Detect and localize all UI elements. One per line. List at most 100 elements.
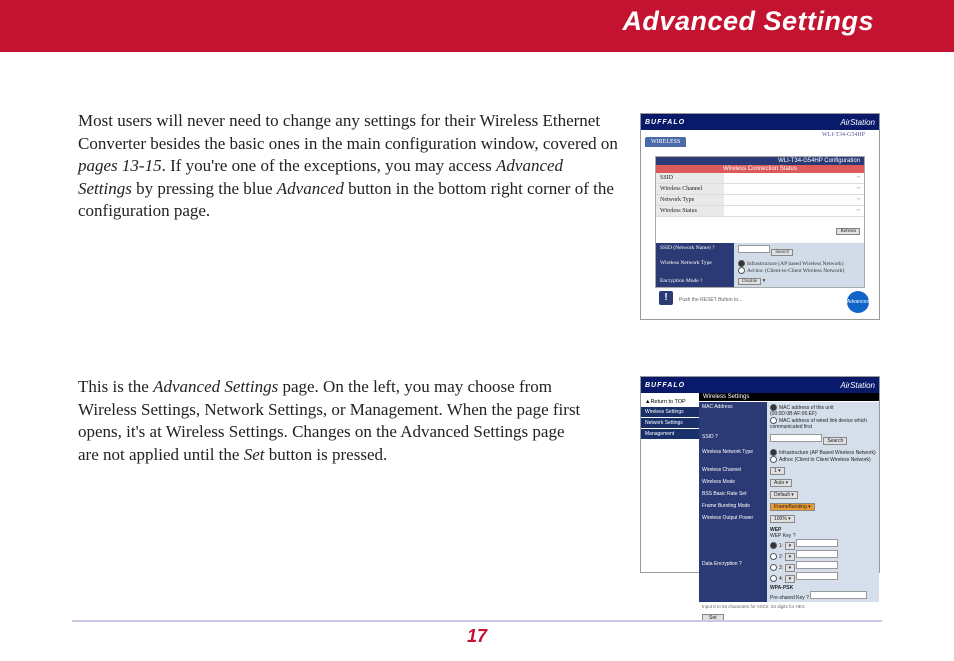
- thumb1-titlebar: BUFFALO AirStation: [641, 114, 879, 130]
- k3-type[interactable]: ▾: [785, 564, 796, 572]
- refresh-button[interactable]: Refresh: [836, 228, 860, 235]
- thumb2-body: ▲Return to TOP Wireless Settings Network…: [641, 393, 879, 622]
- nettype-value: ~: [724, 195, 864, 205]
- row-fb: Frame Bursting ModeFrameBursting ▾: [699, 501, 879, 513]
- fb-label: Frame Bursting Mode: [699, 501, 767, 513]
- psk-input[interactable]: [810, 591, 867, 599]
- k4-type[interactable]: ▾: [785, 575, 796, 583]
- radio-k2-icon[interactable]: [770, 553, 777, 560]
- wc-value: 1 ▾: [767, 465, 879, 477]
- p1-text-a: Most users will never need to change any…: [78, 111, 618, 153]
- radio-nt2-icon[interactable]: [770, 456, 777, 463]
- row-cfg-ssid: SSID (Network Name) ? Search: [656, 243, 864, 258]
- k4-input[interactable]: [796, 572, 838, 580]
- config-screenshot: BUFFALO AirStation WIRELESS WLI-T34-G54H…: [640, 113, 880, 320]
- section-title: Wireless Settings: [699, 393, 879, 401]
- radio-mac2-icon[interactable]: [770, 417, 777, 424]
- cfg-enc-value: Disable ▾: [734, 276, 864, 287]
- wepkey-row-1: 1: ▾: [770, 539, 876, 550]
- wm-value: Auto ▾: [767, 477, 879, 489]
- radio-k4-icon[interactable]: [770, 575, 777, 582]
- wepkey-row-4: 4: ▾: [770, 572, 876, 583]
- channel-label: Wireless Channel: [656, 184, 724, 194]
- config-panel: WLI-T34-G54HP Configuration Wireless Con…: [655, 156, 865, 288]
- row-nettype: Network Type~: [656, 195, 864, 206]
- sidebar-item-network[interactable]: Network Settings: [641, 418, 699, 428]
- page-footer: 17: [72, 620, 882, 643]
- wc-select[interactable]: 1 ▾: [770, 467, 785, 475]
- wc-label: Wireless Channel: [699, 465, 767, 477]
- bss-select[interactable]: Default ▾: [770, 491, 798, 499]
- thumb1-footnote: Push the RESET Button to...: [679, 297, 742, 303]
- p1-text-b: . If you're one of the exceptions, you m…: [162, 156, 496, 175]
- row-op: Wireless Output Power100% ▾: [699, 513, 879, 525]
- op-value: 100% ▾: [767, 513, 879, 525]
- k4-label: 4:: [779, 576, 783, 582]
- ssid-input[interactable]: [738, 245, 770, 253]
- row-nt2: Wireless Network Type Infrastructure (AP …: [699, 447, 879, 465]
- row-bss: BSS Basic Rate SetDefault ▾: [699, 489, 879, 501]
- refresh-row: Refresh: [656, 217, 864, 239]
- k1-input[interactable]: [796, 539, 838, 547]
- radio-k1-icon[interactable]: [770, 542, 777, 549]
- warning-icon: !: [659, 291, 673, 305]
- wm-select[interactable]: Auto ▾: [770, 479, 792, 487]
- channel-value: ~: [724, 184, 864, 194]
- p1-italic-a: pages 13-15: [78, 156, 162, 175]
- page-header: Advanced Settings: [0, 0, 954, 52]
- p1-text-c: by pressing the blue: [132, 179, 277, 198]
- brand-logo: BUFFALO: [645, 119, 685, 126]
- op-label: Wireless Output Power: [699, 513, 767, 525]
- advanced-button[interactable]: Advanced: [847, 291, 869, 313]
- enc-select[interactable]: Disable: [738, 278, 761, 285]
- radio-infra-icon[interactable]: [738, 260, 745, 267]
- psk-row: Pre-shared Key ?: [770, 591, 876, 601]
- nt2-o1: Infrastructure (AP Based Wireless Networ…: [779, 450, 876, 456]
- radio-k3-icon[interactable]: [770, 564, 777, 571]
- row-channel: Wireless Channel~: [656, 184, 864, 195]
- cfg-type-label: Wireless Network Type: [656, 258, 734, 276]
- fb-value: FrameBursting ▾: [767, 501, 879, 513]
- radio-mac1-icon[interactable]: [770, 404, 777, 411]
- bss-label: BSS Basic Rate Set: [699, 489, 767, 501]
- p2-italic-b: Set: [244, 445, 265, 464]
- k3-input[interactable]: [796, 561, 838, 569]
- status-header: Wireless Connection Status: [656, 165, 864, 173]
- op-select[interactable]: 100% ▾: [770, 515, 795, 523]
- de-label: Data Encryption ?: [699, 525, 767, 602]
- infra-option: Infrastructure (AP based Wireless Networ…: [747, 261, 844, 267]
- radio-nt1-icon[interactable]: [770, 449, 777, 456]
- panel-title: WLI-T34-G54HP Configuration: [656, 157, 864, 165]
- row-status: Wireless Status~: [656, 206, 864, 217]
- nt2-value: Infrastructure (AP Based Wireless Networ…: [767, 447, 879, 465]
- radio-adhoc-icon[interactable]: [738, 267, 745, 274]
- airstation-logo: AirStation: [840, 118, 875, 127]
- figure-2: BUFFALO AirStation ▲Return to TOP Wirele…: [640, 376, 878, 573]
- row-ssid: SSID~: [656, 173, 864, 184]
- cfg-ssid-value: Search: [734, 243, 864, 258]
- k2-label: 2:: [779, 554, 783, 560]
- k1-type[interactable]: ▾: [785, 542, 796, 550]
- mac-value: MAC address of this unit (00:0D:0B:AF:06…: [767, 402, 879, 432]
- ssid2-search-button[interactable]: Search: [823, 437, 847, 445]
- wepkey-row-2: 2: ▾: [770, 550, 876, 561]
- row-wm: Wireless ModeAuto ▾: [699, 477, 879, 489]
- cfg-enc-label: Encryption Mode ?: [656, 276, 734, 287]
- return-link[interactable]: ▲Return to TOP: [641, 397, 699, 407]
- k2-input[interactable]: [796, 550, 838, 558]
- wm-label: Wireless Mode: [699, 477, 767, 489]
- k2-type[interactable]: ▾: [785, 553, 796, 561]
- psk-label: Pre-shared Key ?: [770, 595, 809, 601]
- sidebar-item-management[interactable]: Management: [641, 429, 699, 439]
- adhoc-option: Ad-hoc (Client-to-Client Wireless Networ…: [747, 268, 844, 274]
- page-title: Advanced Settings: [622, 6, 874, 37]
- sidebar-item-wireless[interactable]: Wireless Settings: [641, 407, 699, 417]
- fb-select[interactable]: FrameBursting ▾: [770, 503, 815, 511]
- paragraph-1-text: Most users will never need to change any…: [78, 110, 618, 223]
- figure-1: BUFFALO AirStation WIRELESS WLI-T34-G54H…: [640, 113, 878, 320]
- ssid2-input[interactable]: [770, 434, 822, 442]
- ssid-search-button[interactable]: Search: [771, 249, 793, 256]
- nt2-label: Wireless Network Type: [699, 447, 767, 465]
- ssid2-value: Search: [767, 432, 879, 447]
- thumb2-titlebar: BUFFALO AirStation: [641, 377, 879, 393]
